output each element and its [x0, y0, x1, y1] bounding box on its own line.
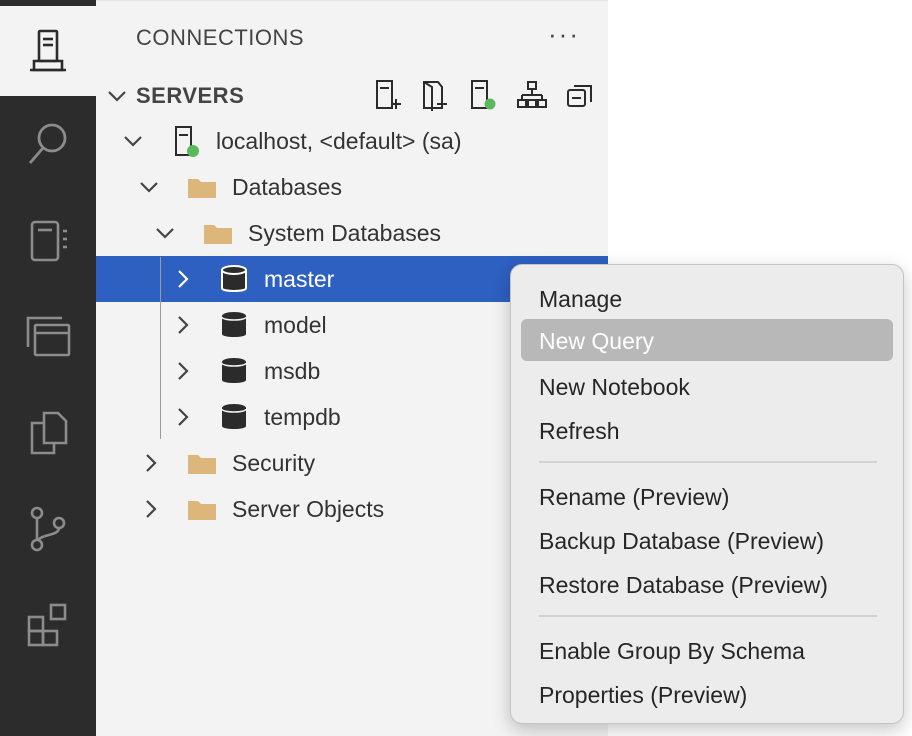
menu-item-properties[interactable]: Properties (Preview)	[521, 673, 893, 715]
extensions-icon	[27, 603, 67, 647]
hierarchy-icon	[517, 81, 547, 108]
files-icon	[30, 411, 68, 455]
section-label: SERVERS	[136, 83, 245, 108]
tree-label: Security	[232, 450, 316, 476]
show-hierarchy-button[interactable]	[514, 77, 550, 113]
database-icon	[221, 312, 247, 337]
search-icon	[28, 123, 67, 164]
folder-icon	[188, 179, 216, 198]
tree-label: model	[264, 312, 327, 338]
new-connection-button[interactable]	[370, 77, 406, 113]
tree-indent-guide	[160, 257, 161, 439]
connections-activity[interactable]	[0, 6, 96, 96]
explorer-activity[interactable]	[0, 388, 96, 478]
server-icon	[30, 29, 66, 72]
stacked-windows-icon	[26, 316, 71, 357]
active-connections-icon	[471, 80, 496, 110]
activity-bar	[0, 0, 96, 736]
folder-icon	[204, 225, 232, 244]
menu-item-enable-group-by-schema[interactable]: Enable Group By Schema	[521, 629, 893, 671]
more-actions-button[interactable]: ···	[548, 19, 580, 50]
chevron-down-icon	[156, 228, 174, 239]
new-server-group-icon	[423, 81, 447, 111]
menu-item-rename[interactable]: Rename (Preview)	[521, 475, 893, 517]
chevron-right-icon	[178, 408, 189, 426]
chevron-right-icon	[178, 362, 189, 380]
extensions-activity[interactable]	[0, 580, 96, 670]
tree-label: Databases	[232, 174, 342, 200]
tree-folder-system-databases[interactable]: System Databases	[96, 210, 608, 256]
tree-label: System Databases	[248, 220, 442, 246]
server-icon	[175, 126, 199, 157]
menu-item-manage[interactable]: Manage	[521, 277, 893, 319]
menu-item-new-notebook[interactable]: New Notebook	[521, 365, 893, 407]
menu-item-backup-database[interactable]: Backup Database (Preview)	[521, 519, 893, 561]
chevron-down-icon	[124, 136, 142, 147]
menu-separator	[539, 461, 877, 463]
collapse-all-icon	[567, 85, 592, 107]
chevron-right-icon	[178, 270, 189, 288]
source-control-activity[interactable]	[0, 484, 96, 574]
context-menu: Manage New Query New Notebook Refresh Re…	[510, 264, 904, 724]
tree-label: master	[264, 266, 335, 292]
chevron-down-icon	[108, 91, 126, 102]
folder-icon	[188, 501, 216, 520]
database-icon	[221, 404, 247, 429]
queries-activity[interactable]	[0, 292, 96, 382]
chevron-right-icon	[178, 316, 189, 334]
active-connections-button[interactable]	[464, 77, 500, 113]
tree-label: msdb	[264, 358, 321, 384]
search-activity[interactable]	[0, 98, 96, 188]
chevron-right-icon	[146, 500, 157, 518]
new-server-group-button[interactable]	[416, 77, 452, 113]
menu-item-refresh[interactable]: Refresh	[521, 409, 893, 451]
tree-label: Server Objects	[232, 496, 385, 522]
chevron-down-icon	[140, 182, 158, 193]
notebooks-activity[interactable]	[0, 196, 96, 286]
sidebar-title: CONNECTIONS	[136, 25, 305, 50]
menu-separator	[539, 615, 877, 617]
menu-item-restore-database[interactable]: Restore Database (Preview)	[521, 563, 893, 605]
server-label: localhost, <default> (sa)	[216, 128, 462, 154]
chevron-right-icon	[146, 454, 157, 472]
notebook-icon	[30, 220, 67, 262]
new-connection-icon	[376, 80, 401, 109]
database-icon	[221, 265, 247, 292]
tree-server-localhost[interactable]: localhost, <default> (sa)	[96, 118, 608, 164]
source-control-icon	[30, 506, 66, 552]
collapse-all-button[interactable]	[562, 77, 598, 113]
servers-section-header[interactable]: SERVERS	[96, 71, 608, 119]
menu-item-new-query[interactable]: New Query	[521, 319, 893, 361]
tree-folder-databases[interactable]: Databases	[96, 164, 608, 210]
tree-label: tempdb	[264, 404, 341, 430]
folder-icon	[188, 455, 216, 474]
database-icon	[221, 358, 247, 383]
